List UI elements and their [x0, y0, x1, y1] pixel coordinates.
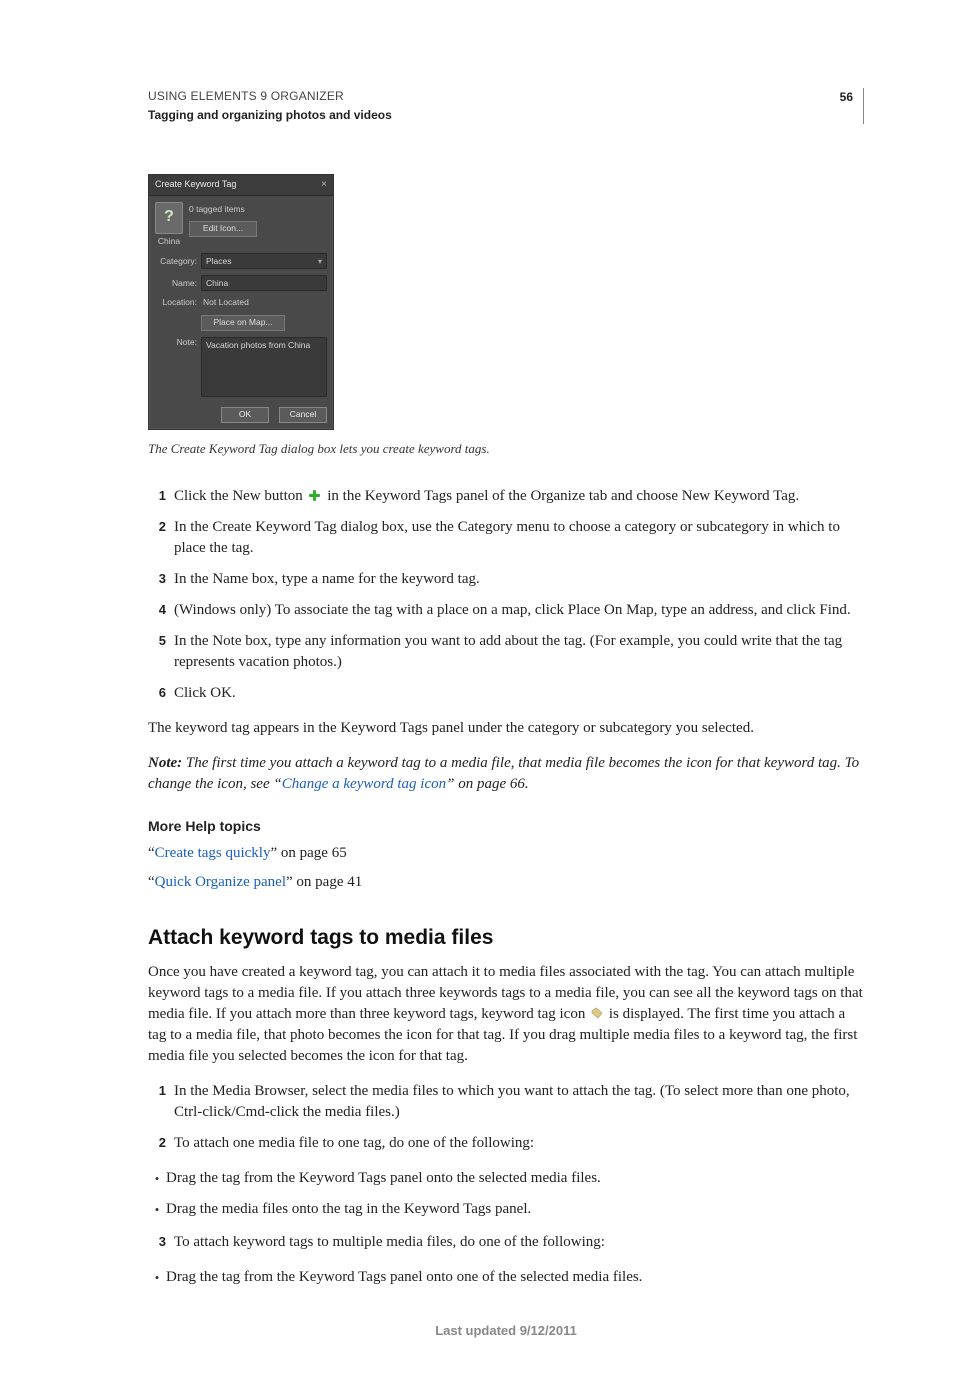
section-heading: Attach keyword tags to media files — [148, 923, 864, 952]
step-text: Click the New button in the Keyword Tags… — [174, 486, 864, 507]
paragraph: Once you have created a keyword tag, you… — [148, 962, 864, 1067]
tag-icon-label: China — [158, 236, 180, 248]
step-text: In the Media Browser, select the media f… — [174, 1081, 864, 1123]
location-label: Location: — [155, 297, 197, 309]
doc-section: Tagging and organizing photos and videos — [148, 107, 392, 124]
step-number: 6 — [148, 683, 174, 702]
cancel-button[interactable]: Cancel — [279, 407, 327, 423]
keyword-tag-icon — [591, 1007, 603, 1019]
step-number: 4 — [148, 600, 174, 619]
figure-caption: The Create Keyword Tag dialog box lets y… — [148, 440, 864, 458]
doc-title: USING ELEMENTS 9 ORGANIZER — [148, 88, 392, 105]
steps-list: 1 Click the New button in the Keyword Ta… — [148, 486, 864, 704]
cross-reference-link[interactable]: Change a keyword tag icon — [282, 776, 446, 792]
step-text: To attach keyword tags to multiple media… — [174, 1232, 864, 1253]
steps-list: 1 In the Media Browser, select the media… — [148, 1081, 864, 1154]
bullet-icon: • — [148, 1267, 166, 1287]
step-text: Click OK. — [174, 683, 864, 704]
bullet-icon: • — [148, 1168, 166, 1188]
name-value: China — [206, 278, 228, 290]
category-value: Places — [206, 256, 232, 268]
step-number: 2 — [148, 1133, 174, 1152]
footer-updated: Last updated 9/12/2011 — [148, 1322, 864, 1340]
name-input[interactable]: China — [201, 275, 327, 291]
step-number: 3 — [148, 569, 174, 588]
help-link[interactable]: Create tags quickly — [155, 845, 271, 861]
category-dropdown[interactable]: Places ▾ — [201, 253, 327, 269]
help-link-item: “Create tags quickly” on page 65 — [148, 843, 864, 864]
page-number: 56 — [840, 88, 853, 106]
note-textarea[interactable]: Vacation photos from China — [201, 337, 327, 397]
ok-button[interactable]: OK — [221, 407, 269, 423]
bullet-list: •Drag the tag from the Keyword Tags pane… — [148, 1267, 864, 1288]
place-on-map-button[interactable]: Place on Map... — [201, 315, 285, 331]
name-label: Name: — [155, 278, 197, 290]
step-number: 3 — [148, 1232, 174, 1251]
step-text: In the Create Keyword Tag dialog box, us… — [174, 517, 864, 559]
edit-icon-button[interactable]: Edit Icon... — [189, 221, 257, 237]
location-value: Not Located — [201, 297, 327, 309]
step-number: 1 — [148, 1081, 174, 1100]
step-number: 1 — [148, 486, 174, 505]
step-number: 5 — [148, 631, 174, 650]
create-keyword-tag-dialog: Create Keyword Tag × ? China 0 tagged it… — [148, 174, 334, 431]
step-number: 2 — [148, 517, 174, 536]
help-link-item: “Quick Organize panel” on page 41 — [148, 872, 864, 893]
close-icon[interactable]: × — [321, 178, 327, 192]
bullet-text: Drag the tag from the Keyword Tags panel… — [166, 1267, 864, 1288]
chevron-down-icon: ▾ — [318, 256, 322, 267]
category-label: Category: — [155, 256, 197, 268]
bullet-text: Drag the media files onto the tag in the… — [166, 1199, 864, 1220]
step-text: In the Name box, type a name for the key… — [174, 569, 864, 590]
step-text: In the Note box, type any information yo… — [174, 631, 864, 673]
dialog-title: Create Keyword Tag — [155, 178, 236, 191]
bullet-list: •Drag the tag from the Keyword Tags pane… — [148, 1168, 864, 1220]
note-label: Note: — [155, 337, 197, 349]
note-block: Note: The first time you attach a keywor… — [148, 753, 864, 795]
bullet-text: Drag the tag from the Keyword Tags panel… — [166, 1168, 864, 1189]
tagged-items-count: 0 tagged items — [189, 204, 257, 216]
paragraph: The keyword tag appears in the Keyword T… — [148, 718, 864, 739]
step-text: (Windows only) To associate the tag with… — [174, 600, 864, 621]
page-header: USING ELEMENTS 9 ORGANIZER Tagging and o… — [148, 88, 864, 124]
plus-icon — [308, 489, 321, 502]
help-link[interactable]: Quick Organize panel — [155, 874, 286, 890]
more-help-heading: More Help topics — [148, 817, 864, 837]
tag-thumbnail-icon: ? — [155, 202, 183, 234]
note-label: Note: — [148, 755, 186, 771]
step-text: To attach one media file to one tag, do … — [174, 1133, 864, 1154]
bullet-icon: • — [148, 1199, 166, 1219]
steps-list: 3 To attach keyword tags to multiple med… — [148, 1232, 864, 1253]
